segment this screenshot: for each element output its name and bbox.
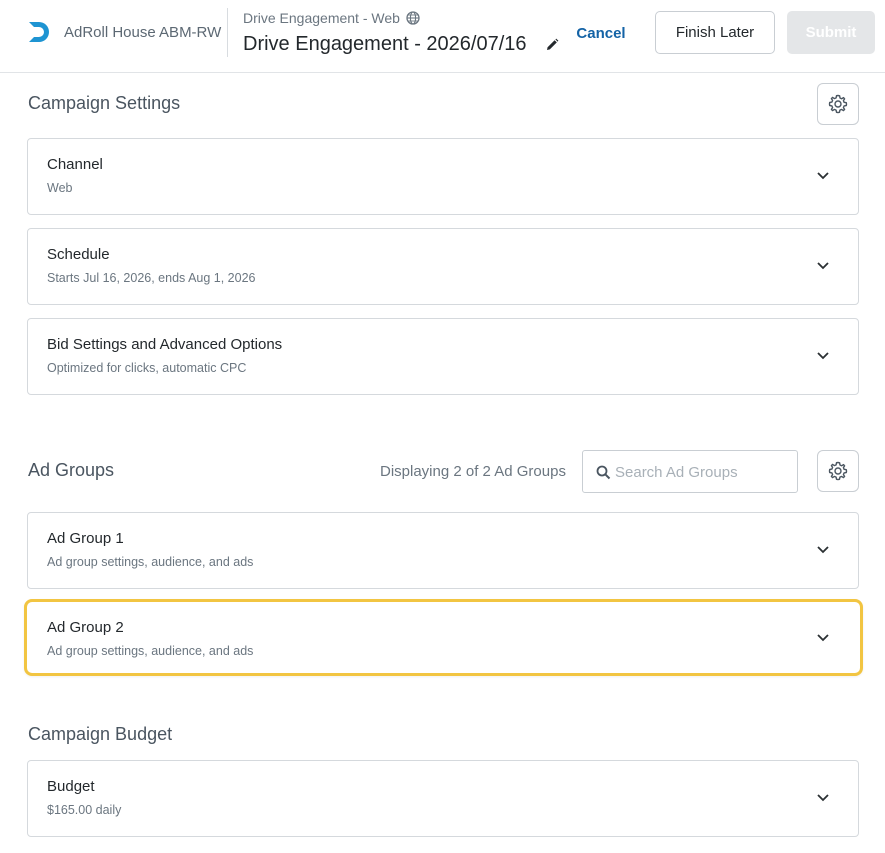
gear-icon [828, 94, 848, 114]
account-name[interactable]: AdRoll House ABM-RW [64, 24, 221, 41]
card-subtitle: Ad group settings, audience, and ads [47, 644, 254, 658]
card-title: Ad Group 1 [47, 530, 124, 547]
header-divider [227, 8, 228, 57]
chevron-down-icon[interactable] [816, 171, 830, 181]
gear-icon [828, 461, 848, 481]
campaign-name: Drive Engagement - 2026/07/16 [243, 33, 559, 56]
ad-groups-count: Displaying 2 of 2 Ad Groups [380, 463, 566, 480]
budget-card[interactable]: Budget $165.00 daily [27, 760, 859, 837]
chevron-down-icon[interactable] [816, 261, 830, 271]
finish-later-button[interactable]: Finish Later [655, 11, 775, 54]
campaign-type: Drive Engagement - Web [243, 10, 420, 26]
campaign-type-label: Drive Engagement - Web [243, 10, 400, 26]
card-title: Budget [47, 778, 95, 795]
schedule-card[interactable]: Schedule Starts Jul 16, 2026, ends Aug 1… [27, 228, 859, 305]
card-title: Channel [47, 156, 103, 173]
card-subtitle: Web [47, 181, 73, 195]
ad-group-1-card[interactable]: Ad Group 1 Ad group settings, audience, … [27, 512, 859, 589]
campaign-settings-title: Campaign Settings [28, 93, 181, 113]
submit-button[interactable]: Submit [787, 11, 875, 54]
card-title: Schedule [47, 246, 110, 263]
card-title: Bid Settings and Advanced Options [47, 336, 283, 353]
cancel-button[interactable]: Cancel [566, 12, 636, 54]
ad-group-2-card[interactable]: Ad Group 2 Ad group settings, audience, … [24, 599, 863, 676]
campaign-settings-gear-button[interactable] [817, 83, 859, 125]
ad-groups-gear-button[interactable] [817, 450, 859, 492]
campaign-budget-title: Campaign Budget [28, 724, 173, 744]
top-header: AdRoll House ABM-RW Drive Engagement - W… [0, 0, 885, 73]
pencil-icon[interactable] [545, 38, 559, 52]
card-subtitle: Ad group settings, audience, and ads [47, 555, 254, 569]
card-subtitle: Starts Jul 16, 2026, ends Aug 1, 2026 [47, 271, 256, 285]
search-icon [596, 465, 611, 480]
card-subtitle: Optimized for clicks, automatic CPC [47, 361, 247, 375]
chevron-down-icon[interactable] [816, 633, 830, 643]
globe-icon [406, 11, 420, 25]
card-title: Ad Group 2 [47, 619, 124, 636]
chevron-down-icon[interactable] [816, 545, 830, 555]
chevron-down-icon[interactable] [816, 793, 830, 803]
search-ad-groups-box[interactable] [582, 450, 798, 493]
card-subtitle: $165.00 daily [47, 803, 122, 817]
search-ad-groups-input[interactable] [615, 461, 790, 483]
adroll-logo-icon [29, 22, 49, 42]
bid-settings-card[interactable]: Bid Settings and Advanced Options Optimi… [27, 318, 859, 395]
channel-card[interactable]: Channel Web [27, 138, 859, 215]
campaign-name-label: Drive Engagement - 2026/07/16 [243, 33, 527, 55]
chevron-down-icon[interactable] [816, 351, 830, 361]
ad-groups-title: Ad Groups [28, 460, 115, 480]
